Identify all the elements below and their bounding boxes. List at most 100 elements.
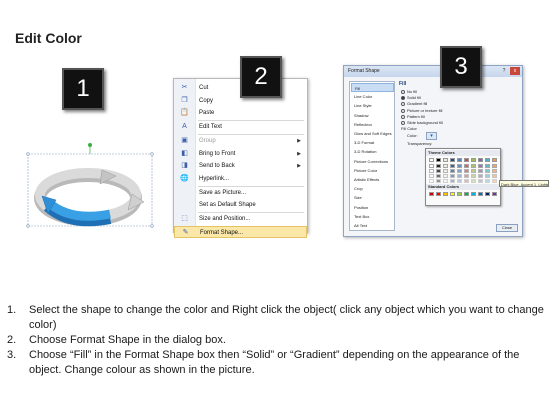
theme-color-swatch[interactable] xyxy=(429,179,434,183)
circular-arrow-shape[interactable] xyxy=(20,140,160,240)
menu-item-group[interactable]: ▣ Group ▶ xyxy=(174,135,307,148)
rotate-handle[interactable] xyxy=(88,143,92,147)
theme-color-swatch[interactable] xyxy=(436,174,441,178)
theme-color-swatch[interactable] xyxy=(485,174,490,178)
category-line-style[interactable]: Line Style xyxy=(351,101,394,110)
category-text-box[interactable]: Text Box xyxy=(351,212,394,221)
theme-color-swatch[interactable] xyxy=(464,158,469,162)
category-glow-and-soft-edges[interactable]: Glow and Soft Edges xyxy=(351,129,394,138)
fill-option-radio[interactable]: Solid fill xyxy=(401,95,421,101)
standard-color-swatch[interactable] xyxy=(492,192,497,196)
menu-item-send-to-back[interactable]: ◨ Send to Back ▶ xyxy=(174,160,307,173)
theme-color-swatch[interactable] xyxy=(464,179,469,183)
menu-item-save-as-picture[interactable]: Save as Picture... xyxy=(174,187,307,200)
theme-color-swatch[interactable] xyxy=(443,174,448,178)
menu-item-set-as-default-shape[interactable]: Set as Default Shape xyxy=(174,199,307,212)
standard-color-swatch[interactable] xyxy=(450,192,455,196)
theme-color-swatch[interactable] xyxy=(464,164,469,168)
theme-color-swatch[interactable] xyxy=(457,158,462,162)
theme-color-swatch[interactable] xyxy=(492,158,497,162)
color-picker-button[interactable]: ▾ xyxy=(426,132,437,140)
theme-color-swatch[interactable] xyxy=(485,164,490,168)
category-3-d-rotation[interactable]: 3-D Rotation xyxy=(351,147,394,156)
category-fill[interactable]: Fill xyxy=(351,83,394,92)
theme-color-swatch[interactable] xyxy=(443,169,448,173)
theme-color-swatch[interactable] xyxy=(492,164,497,168)
theme-color-swatch[interactable] xyxy=(478,174,483,178)
fill-option-label: Pattern fill xyxy=(407,113,425,119)
theme-color-swatch[interactable] xyxy=(471,169,476,173)
theme-color-swatch[interactable] xyxy=(492,179,497,183)
theme-color-swatch[interactable] xyxy=(485,179,490,183)
standard-color-swatch[interactable] xyxy=(443,192,448,196)
category-3-d-format[interactable]: 3-D Format xyxy=(351,138,394,147)
standard-color-swatch[interactable] xyxy=(429,192,434,196)
category-alt-text[interactable]: Alt Text xyxy=(351,221,394,230)
theme-color-swatch[interactable] xyxy=(478,164,483,168)
standard-color-swatch[interactable] xyxy=(471,192,476,196)
standard-color-swatch[interactable] xyxy=(457,192,462,196)
theme-color-swatch[interactable] xyxy=(471,174,476,178)
category-line-color[interactable]: Line Color xyxy=(351,92,394,101)
theme-color-swatch[interactable] xyxy=(492,169,497,173)
category-crop[interactable]: Crop xyxy=(351,184,394,193)
theme-color-swatch[interactable] xyxy=(436,164,441,168)
fill-option-radio[interactable]: Picture or texture fill xyxy=(401,108,442,114)
theme-color-swatch[interactable] xyxy=(436,169,441,173)
theme-color-swatch[interactable] xyxy=(492,174,497,178)
radio-icon xyxy=(401,96,405,101)
theme-color-swatch[interactable] xyxy=(464,169,469,173)
theme-color-swatch[interactable] xyxy=(471,164,476,168)
theme-color-swatch[interactable] xyxy=(436,158,441,162)
menu-item-size-and-position[interactable]: ⬚ Size and Position... xyxy=(174,213,307,226)
theme-color-swatch[interactable] xyxy=(450,164,455,168)
theme-color-swatch[interactable] xyxy=(485,158,490,162)
theme-color-swatch[interactable] xyxy=(450,174,455,178)
category-picture-color[interactable]: Picture Color xyxy=(351,166,394,175)
theme-color-swatch[interactable] xyxy=(485,169,490,173)
close-button[interactable]: Close xyxy=(496,224,518,232)
menu-item-edit-text[interactable]: A Edit Text xyxy=(174,121,307,134)
theme-color-swatch[interactable] xyxy=(429,169,434,173)
theme-color-swatch[interactable] xyxy=(478,179,483,183)
theme-color-swatch[interactable] xyxy=(436,179,441,183)
menu-item-hyperlink[interactable]: 🌐 Hyperlink... xyxy=(174,173,307,186)
standard-color-swatch[interactable] xyxy=(436,192,441,196)
category-position[interactable]: Position xyxy=(351,203,394,212)
category-picture-corrections[interactable]: Picture Corrections xyxy=(351,157,394,166)
theme-color-swatch[interactable] xyxy=(457,164,462,168)
help-icon[interactable]: ? xyxy=(500,67,508,75)
theme-color-swatch[interactable] xyxy=(443,158,448,162)
category-shadow[interactable]: Shadow xyxy=(351,111,394,120)
theme-color-swatch[interactable] xyxy=(457,169,462,173)
category-artistic-effects[interactable]: Artistic Effects xyxy=(351,175,394,184)
theme-color-swatch[interactable] xyxy=(457,179,462,183)
theme-color-swatch[interactable] xyxy=(478,158,483,162)
category-size[interactable]: Size xyxy=(351,193,394,202)
theme-color-swatch[interactable] xyxy=(429,158,434,162)
radio-icon xyxy=(401,102,405,107)
fill-option-radio[interactable]: No fill xyxy=(401,89,417,95)
close-icon[interactable]: x xyxy=(510,67,520,75)
theme-color-swatch[interactable] xyxy=(450,158,455,162)
theme-color-swatch[interactable] xyxy=(457,174,462,178)
category-reflection[interactable]: Reflection xyxy=(351,120,394,129)
fill-option-radio[interactable]: Pattern fill xyxy=(401,114,425,120)
theme-color-swatch[interactable] xyxy=(464,174,469,178)
theme-color-swatch[interactable] xyxy=(429,174,434,178)
menu-item-bring-to-front[interactable]: ◧ Bring to Front ▶ xyxy=(174,148,307,161)
theme-color-swatch[interactable] xyxy=(471,158,476,162)
standard-color-swatch[interactable] xyxy=(478,192,483,196)
theme-color-swatch[interactable] xyxy=(450,179,455,183)
theme-color-swatch[interactable] xyxy=(443,164,448,168)
theme-color-swatch[interactable] xyxy=(450,169,455,173)
fill-option-radio[interactable]: Gradient fill xyxy=(401,101,427,107)
theme-color-swatch[interactable] xyxy=(471,179,476,183)
theme-color-swatch[interactable] xyxy=(443,179,448,183)
menu-item-format-shape[interactable]: ✎ Format Shape... xyxy=(174,225,307,238)
menu-item-paste[interactable]: 📋 Paste xyxy=(174,107,307,120)
theme-color-swatch[interactable] xyxy=(478,169,483,173)
standard-color-swatch[interactable] xyxy=(464,192,469,196)
theme-color-swatch[interactable] xyxy=(429,164,434,168)
standard-color-swatch[interactable] xyxy=(485,192,490,196)
